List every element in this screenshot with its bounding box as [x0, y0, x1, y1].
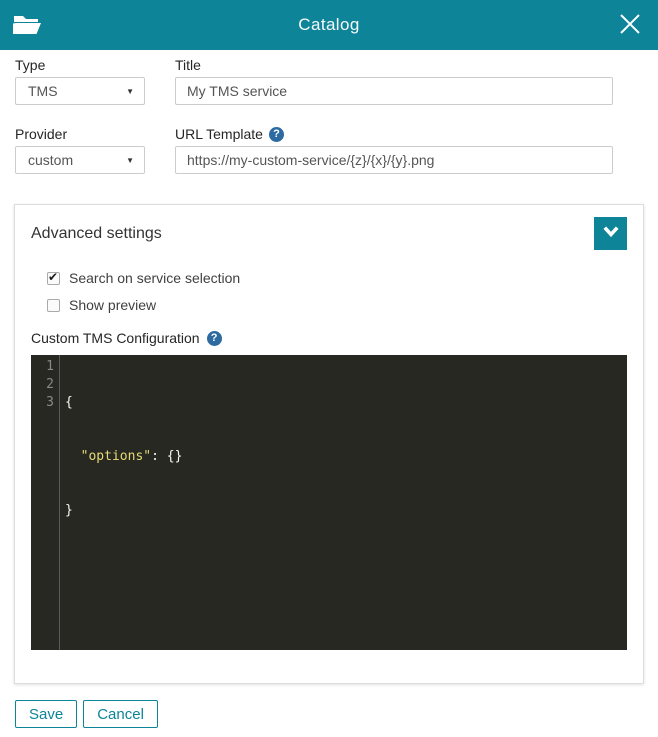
catalog-folder-button[interactable] — [12, 11, 42, 40]
advanced-settings-title: Advanced settings — [31, 225, 162, 243]
code-token: { — [65, 395, 73, 410]
checkbox-group: Search on service selection Show preview — [47, 270, 627, 313]
custom-tms-config-label: Custom TMS Configuration ? — [31, 330, 627, 346]
search-on-selection-checkbox[interactable] — [47, 272, 60, 285]
provider-field: Provider custom ▼ — [15, 126, 145, 174]
editor-line-numbers: 1 2 3 — [31, 355, 60, 650]
editor-code-area[interactable]: { "options": {} } — [60, 355, 182, 650]
service-form: Type TMS ▼ Title Provider custom ▼ URL T… — [0, 50, 658, 174]
help-icon[interactable]: ? — [207, 331, 222, 346]
dialog-title: Catalog — [0, 15, 658, 35]
search-on-selection-row: Search on service selection — [47, 270, 627, 286]
url-template-label-text: URL Template — [175, 126, 263, 142]
custom-tms-config-label-text: Custom TMS Configuration — [31, 330, 200, 346]
caret-down-icon: ▼ — [126, 87, 134, 96]
url-template-label: URL Template ? — [175, 126, 613, 142]
advanced-settings-header: Advanced settings — [31, 217, 627, 250]
folder-open-icon — [12, 11, 42, 40]
provider-select[interactable]: custom ▼ — [15, 146, 145, 174]
code-line: "options": {} — [65, 448, 182, 466]
caret-down-icon: ▼ — [126, 156, 134, 165]
show-preview-row: Show preview — [47, 297, 627, 313]
show-preview-checkbox[interactable] — [47, 299, 60, 312]
search-on-selection-label[interactable]: Search on service selection — [69, 270, 240, 286]
cancel-button[interactable]: Cancel — [83, 700, 158, 728]
type-field: Type TMS ▼ — [15, 57, 145, 105]
line-number: 3 — [31, 394, 54, 412]
close-button[interactable] — [614, 8, 646, 43]
code-token: {} — [167, 449, 183, 464]
code-token: : — [151, 449, 167, 464]
help-icon[interactable]: ? — [269, 127, 284, 142]
dialog-footer: Save Cancel — [15, 700, 643, 728]
chevron-down-icon — [603, 226, 619, 241]
provider-label: Provider — [15, 126, 145, 142]
advanced-settings-panel: Advanced settings Search on service sele… — [14, 204, 644, 684]
type-label: Type — [15, 57, 145, 73]
code-token: } — [65, 503, 73, 518]
title-label: Title — [175, 57, 613, 73]
close-icon — [614, 8, 646, 43]
url-template-field: URL Template ? — [175, 126, 613, 174]
show-preview-label[interactable]: Show preview — [69, 297, 156, 313]
type-select[interactable]: TMS ▼ — [15, 77, 145, 105]
save-button[interactable]: Save — [15, 700, 77, 728]
provider-select-value: custom — [28, 152, 73, 168]
dialog-header: Catalog — [0, 0, 658, 50]
type-select-value: TMS — [28, 83, 58, 99]
code-line: } — [65, 502, 182, 520]
title-field: Title — [175, 57, 613, 105]
line-number: 1 — [31, 358, 54, 376]
code-token-string: "options" — [81, 449, 151, 464]
line-number: 2 — [31, 376, 54, 394]
tms-config-code-editor[interactable]: 1 2 3 { "options": {} } — [31, 355, 627, 650]
url-template-input[interactable] — [175, 146, 613, 174]
code-line: { — [65, 394, 182, 412]
code-token — [65, 449, 81, 464]
title-input[interactable] — [175, 77, 613, 105]
collapse-button[interactable] — [594, 217, 627, 250]
